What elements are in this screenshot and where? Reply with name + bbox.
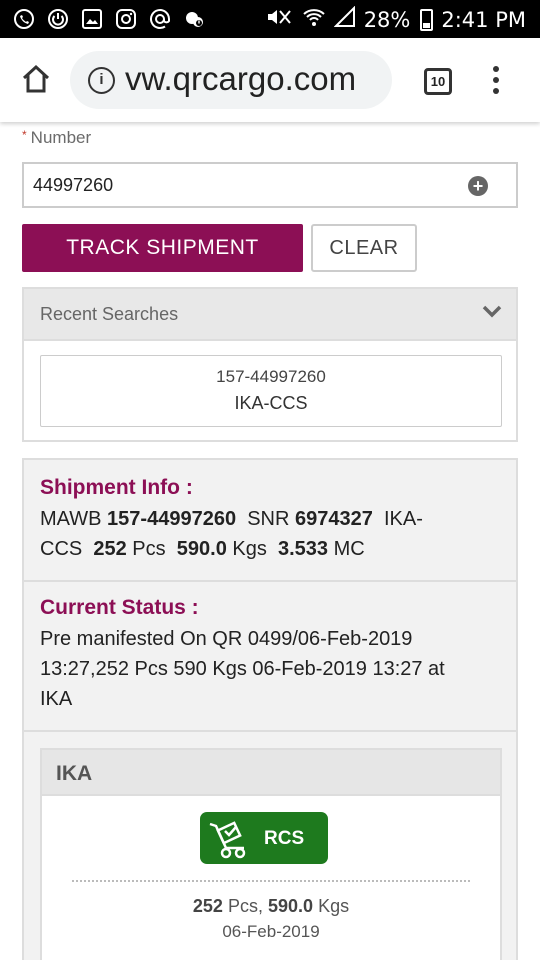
at-icon [148, 7, 172, 31]
rcs-label: RCS [264, 828, 305, 849]
current-status-section: Current Status : Pre manifested On QR 04… [24, 582, 516, 732]
station-header: IKA [42, 750, 500, 796]
kgs-unit: Kgs [232, 538, 267, 560]
current-status-text: Pre manifested On QR 0499/06-Feb-2019 13… [40, 624, 500, 714]
status-line-2: 13:27,252 Pcs 590 Kgs 06-Feb-2019 13:27 … [40, 658, 445, 680]
recent-awb: 157-44997260 [216, 367, 326, 386]
status-bar: 28% 2:41 PM [0, 0, 540, 38]
station-kgs: 590.0 [268, 896, 314, 916]
gallery-icon [80, 7, 104, 31]
shipment-info-title: Shipment Info : [40, 476, 193, 499]
snr-value: 6974327 [294, 508, 373, 530]
chevron-down-icon[interactable] [482, 304, 502, 318]
number-label-text: Number [30, 128, 92, 147]
mute-icon [266, 7, 294, 32]
station-name: IKA [56, 762, 93, 785]
more-menu-icon[interactable] [492, 66, 500, 96]
info-icon[interactable]: i [88, 67, 115, 94]
recent-route: IKA-CCS [234, 393, 308, 413]
station-kgs-unit: Kgs [318, 896, 350, 916]
add-circle-icon[interactable]: + [468, 176, 488, 196]
station-quantity: 252 Pcs, 590.0 Kgs [42, 896, 500, 917]
instagram-icon [114, 7, 138, 31]
route-part2: CCS [40, 538, 83, 560]
home-icon[interactable] [20, 64, 54, 96]
recent-searches-panel: Recent Searches 157-44997260 IKA-CCS [22, 287, 518, 442]
mc-unit: MC [333, 538, 365, 560]
cargo-trolley-icon [209, 821, 246, 859]
url-text: vw.qrcargo.com [125, 60, 357, 97]
snr-label: SNR [247, 508, 290, 530]
required-marker: * [22, 128, 27, 142]
url-bar[interactable]: i vw.qrcargo.com [70, 51, 392, 109]
weather-icon [182, 7, 206, 31]
station-pcs-unit: Pcs, [227, 896, 263, 916]
battery-percent: 28% [363, 7, 411, 32]
recent-searches-title: Recent Searches [40, 304, 179, 324]
station-date: 06-Feb-2019 [222, 922, 320, 941]
signal-icon [333, 5, 356, 33]
page-content: *Number + TRACK SHIPMENT CLEAR Recent Se… [0, 122, 540, 960]
pcs-unit: Pcs [132, 538, 166, 560]
shipment-info-text: MAWB 157-44997260 SNR 6974327 IKA- CCS 2… [40, 504, 500, 564]
whatsapp-icon [12, 7, 36, 31]
mawb-label: MAWB [40, 508, 102, 530]
clear-button[interactable]: CLEAR [311, 224, 417, 272]
browser-toolbar: i vw.qrcargo.com 10 [0, 38, 540, 122]
power-icon [46, 7, 70, 31]
mc-value: 3.533 [277, 538, 329, 560]
pcs-value: 252 [93, 538, 127, 560]
track-shipment-button[interactable]: TRACK SHIPMENT [22, 224, 303, 272]
rcs-badge: RCS [200, 812, 328, 864]
divider [72, 880, 470, 882]
tab-switcher-button[interactable]: 10 [424, 68, 452, 95]
mawb-value: 157-44997260 [107, 508, 237, 530]
number-label: * Number [22, 128, 91, 148]
number-field[interactable]: + [22, 162, 518, 208]
current-status-title: Current Status : [40, 596, 199, 619]
status-line-1: Pre manifested On QR 0499/06-Feb-2019 [40, 628, 413, 650]
route-part1: IKA- [383, 508, 423, 530]
recent-search-item[interactable]: 157-44997260 IKA-CCS [40, 355, 502, 427]
station-pcs: 252 [192, 896, 223, 916]
wifi-icon [302, 6, 326, 33]
recent-searches-header[interactable]: Recent Searches [24, 289, 516, 341]
station-card: IKA RCS 252 Pcs, 590.0 Kgs 06-Feb-2019 [40, 748, 502, 960]
clock: 2:41 PM [441, 7, 526, 32]
shipment-details-panel: Shipment Info : MAWB 157-44997260 SNR 69… [22, 458, 518, 960]
battery-icon [420, 8, 434, 31]
kgs-value: 590.0 [176, 538, 227, 560]
shipment-info-section: Shipment Info : MAWB 157-44997260 SNR 69… [24, 476, 516, 582]
number-input[interactable] [33, 175, 453, 196]
status-line-3: IKA [40, 688, 73, 710]
